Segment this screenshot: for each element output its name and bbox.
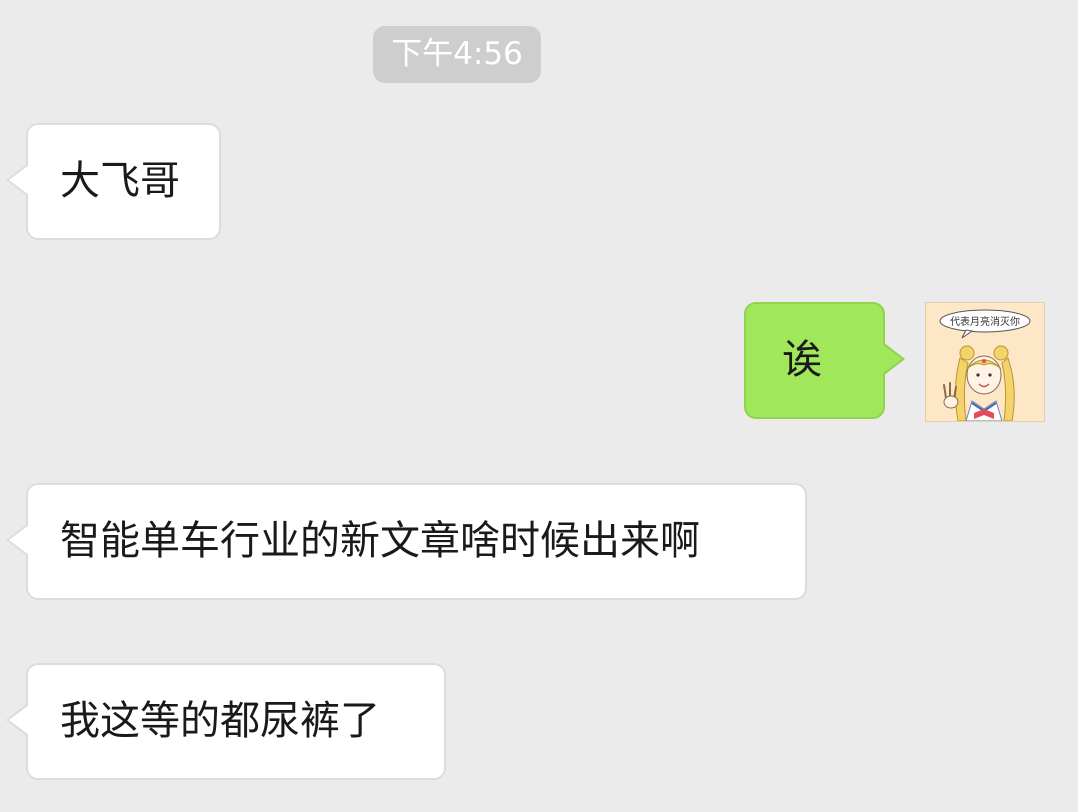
- chat-area[interactable]: 下午4:56 大飞哥 诶 代表月亮消灭你 智能单车行业的新文章啥时候出来啊 我这…: [0, 0, 1078, 812]
- incoming-message-bubble[interactable]: 智能单车行业的新文章啥时候出来啊: [6, 483, 807, 600]
- avatar-caption: 代表月亮消灭你: [950, 315, 1020, 328]
- incoming-message-bubble[interactable]: 我这等的都尿裤了: [6, 663, 446, 780]
- incoming-message-bubble[interactable]: 大飞哥: [6, 123, 221, 240]
- sailor-moon-avatar-icon: 代表月亮消灭你: [939, 309, 1031, 421]
- message-timestamp: 下午4:56: [373, 26, 541, 83]
- user-avatar[interactable]: 代表月亮消灭你: [925, 302, 1045, 422]
- outgoing-message-bubble[interactable]: 诶: [744, 302, 905, 419]
